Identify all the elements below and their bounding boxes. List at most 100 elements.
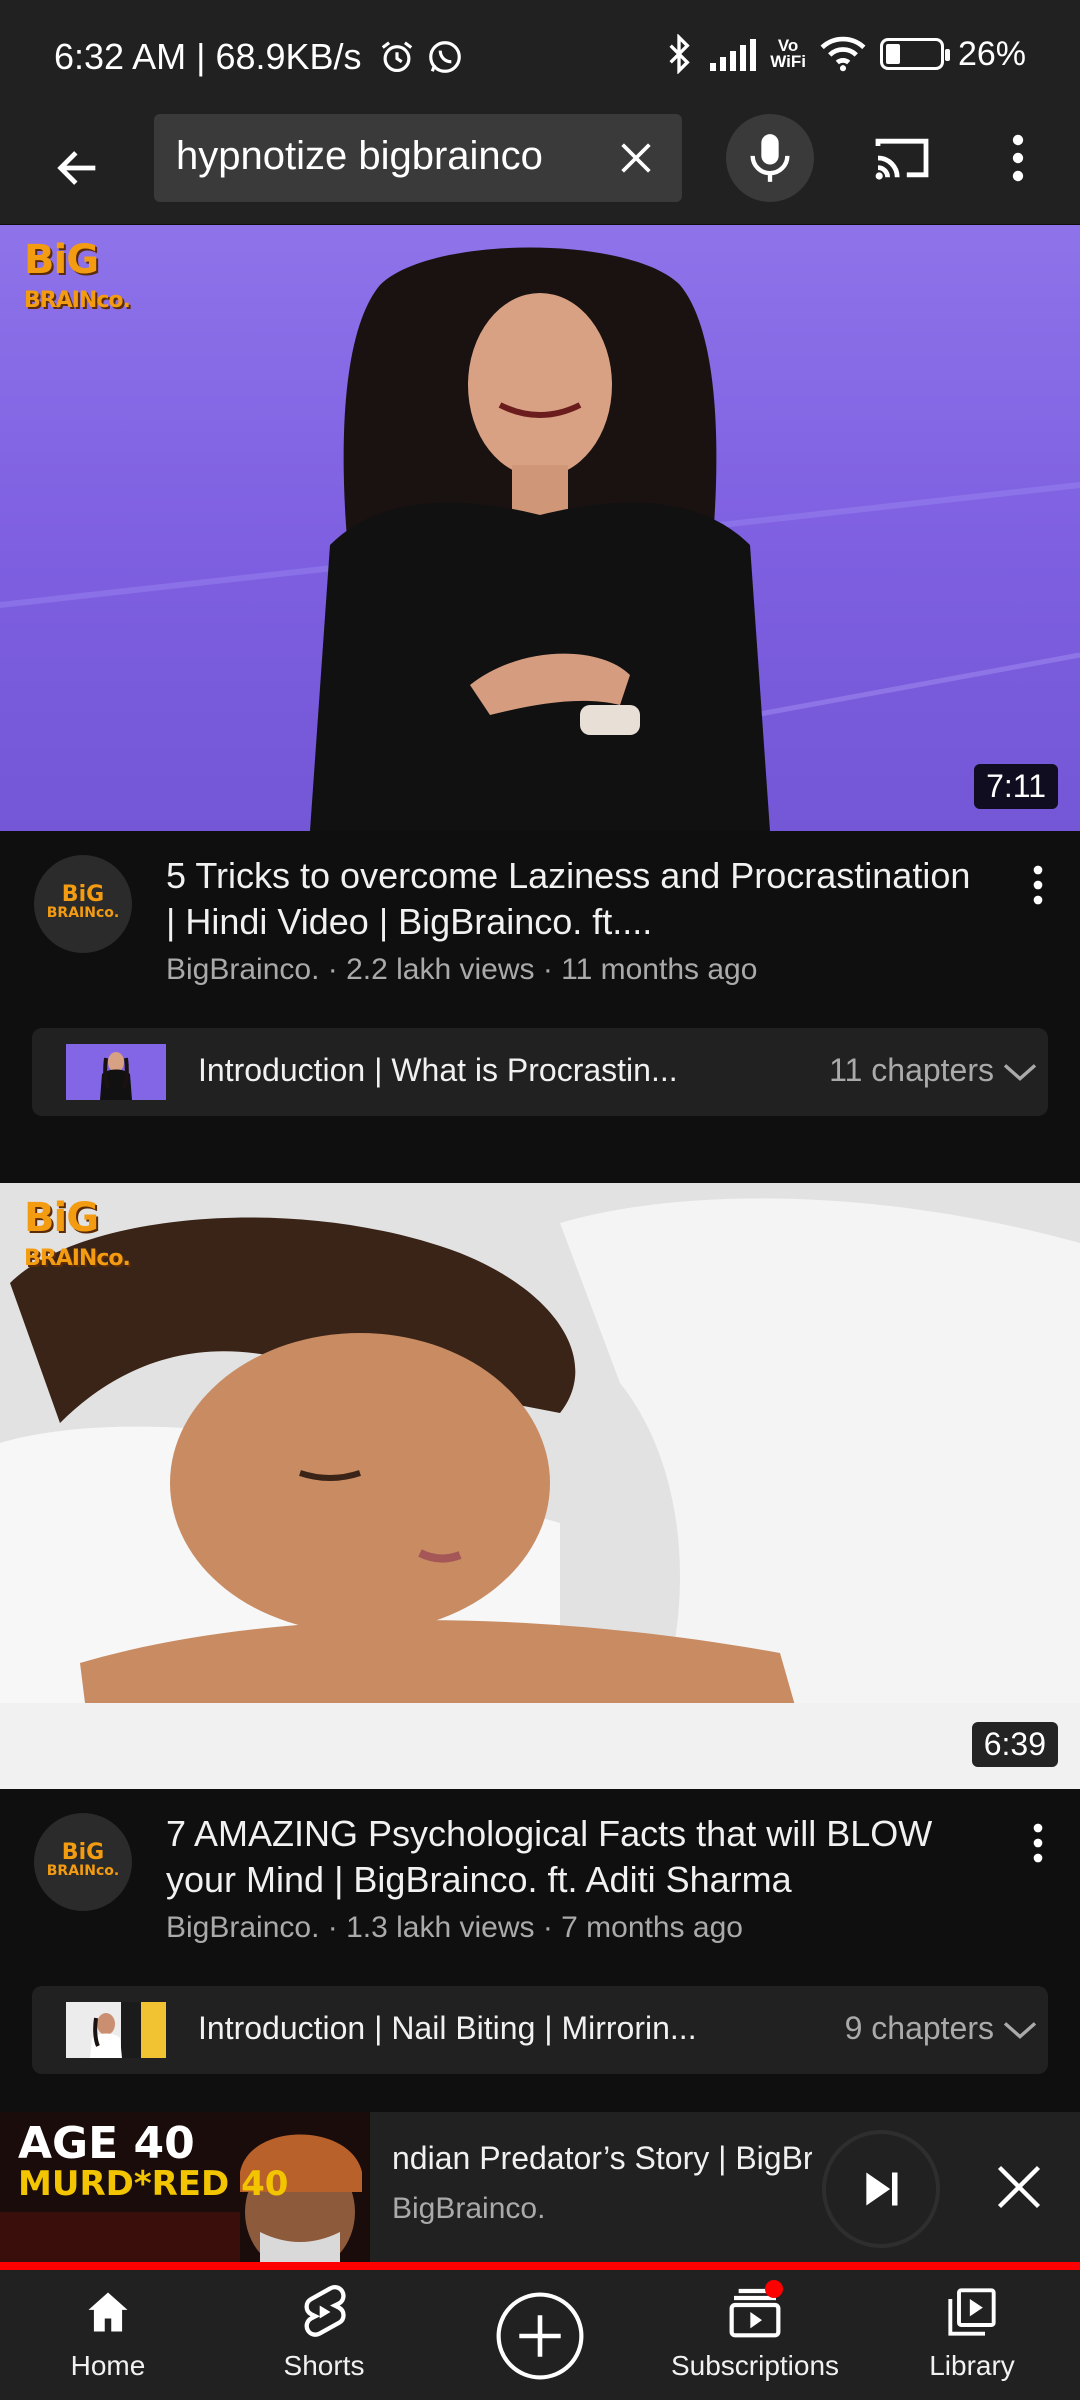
video-menu-button[interactable] (1016, 1813, 1060, 1873)
avatar-logo: BiG BRAINco. (46, 882, 120, 922)
create-icon (494, 2290, 586, 2382)
mini-player-channel: BigBrainco. (392, 2192, 546, 2225)
mini-player[interactable]: AGE 40 MURD*RED 40 ndian Predator’s Stor… (0, 2112, 1080, 2262)
duration-badge: 7:11 (974, 764, 1058, 809)
chapters-bar[interactable]: Introduction | Nail Biting | Mirrorin...… (32, 1986, 1048, 2074)
avatar-logo-line1: BiG (61, 1840, 105, 1865)
chapter-thumb-image (100, 1052, 132, 1100)
sleeping-woman-image (0, 1183, 1080, 1789)
battery-fill (885, 44, 900, 64)
chapter-title: Introduction | Nail Biting | Mirrorin... (198, 2010, 697, 2046)
video-title[interactable]: 5 Tricks to overcome Laziness and Procra… (166, 853, 986, 945)
cast-icon (875, 138, 929, 180)
brand-logo-line2: BRAINco. (24, 1246, 131, 1271)
nav-home-label: Home (70, 2350, 146, 2381)
back-arrow-icon (57, 151, 96, 185)
chapter-count: 11 chapters (829, 1052, 994, 1088)
search-query-text[interactable]: hypnotize bigbrainco (176, 134, 596, 179)
brand-logo-line1: BiG (24, 1195, 99, 1241)
nav-subscriptions[interactable]: Subscriptions (660, 2280, 850, 2392)
status-left: 6:32 AM | 68.9KB/s (54, 36, 464, 78)
skip-next-icon (866, 2172, 898, 2206)
status-time-speed: 6:32 AM | 68.9KB/s (54, 36, 362, 77)
search-header: hypnotize bigbrainco (0, 110, 1080, 224)
chapter-count: 9 chapters (844, 2010, 994, 2046)
chevron-down-icon (1003, 2022, 1037, 2039)
mini-player-close-button[interactable] (984, 2152, 1054, 2222)
more-vertical-icon (1033, 865, 1043, 905)
nav-library[interactable]: Library (902, 2282, 1042, 2392)
mini-player-next-button[interactable] (822, 2130, 940, 2248)
mini-player-title[interactable]: ndian Predator’s Story | BigBr (392, 2140, 812, 2177)
chapters-bar[interactable]: Introduction | What is Procrastin... 11 … (32, 1028, 1048, 1116)
video-metadata: BiG BRAINco. 7 AMAZING Psychological Fac… (0, 1789, 1080, 1979)
nav-shorts[interactable]: Shorts (256, 2282, 392, 2392)
mini-player-progress-fill (0, 2262, 1080, 2270)
nav-create[interactable] (480, 2290, 600, 2400)
video-thumbnail[interactable]: BiG BRAINco. 7:11 (0, 225, 1080, 831)
duration-badge: 6:39 (971, 1722, 1058, 1767)
microphone-icon (750, 134, 790, 182)
mini-player-progress (0, 2262, 1080, 2270)
avatar-logo-line2: BRAINco. (46, 905, 120, 921)
brand-logo-line2: BRAINco. (24, 288, 131, 313)
vowifi-icon: Vo WiFi (770, 37, 806, 71)
notification-dot (765, 2280, 783, 2298)
brand-logo: BiG BRAINco. (24, 1195, 131, 1276)
chapter-thumbnail (66, 2002, 166, 2058)
nav-home[interactable]: Home (40, 2282, 176, 2392)
brand-logo: BiG BRAINco. (24, 237, 131, 318)
clear-search-button[interactable] (608, 130, 664, 186)
wifi-icon (820, 36, 866, 72)
channel-avatar[interactable]: BiG BRAINco. (34, 1813, 132, 1911)
nav-library-label: Library (929, 2350, 1015, 2381)
status-notification-icons (378, 38, 464, 76)
mini-thumb-text: AGE 40 MURD*RED 40 (18, 2118, 289, 2205)
avatar-logo-line1: BiG (61, 882, 105, 907)
chapter-title: Introduction | What is Procrastin... (198, 1052, 678, 1088)
shorts-icon (294, 2282, 354, 2342)
bottom-navigation: Home Shorts Subscriptions Library (0, 2270, 1080, 2400)
back-button[interactable] (40, 130, 116, 206)
more-options-button[interactable] (990, 122, 1046, 194)
search-input[interactable]: hypnotize bigbrainco (154, 114, 682, 202)
video-menu-button[interactable] (1016, 855, 1060, 915)
signal-icon (710, 39, 757, 71)
whatsapp-icon (428, 41, 461, 73)
chapter-thumb-image (90, 2013, 122, 2058)
cast-button[interactable] (866, 122, 938, 194)
video-subtitle: BigBrainco. · 2.2 lakh views · 11 months… (166, 953, 758, 986)
battery-icon (879, 38, 950, 70)
avatar-logo: BiG BRAINco. (46, 1840, 120, 1880)
battery-percent: 26% (957, 34, 1026, 73)
close-icon (997, 2165, 1041, 2209)
video-thumbnail[interactable]: BiG BRAINco. 6:39 (0, 1183, 1080, 1789)
bluetooth-icon (669, 34, 690, 74)
video-subtitle: BigBrainco. · 1.3 lakh views · 7 months … (166, 1911, 743, 1944)
status-bar: 6:32 AM | 68.9KB/s Vo WiFi 26% (0, 0, 1080, 110)
chapter-thumbnail (66, 1044, 166, 1100)
library-icon (942, 2282, 1002, 2342)
more-vertical-icon (1033, 1823, 1043, 1863)
mini-player-thumbnail[interactable]: AGE 40 MURD*RED 40 (0, 2112, 370, 2262)
subscriptions-icon (725, 2280, 785, 2342)
close-icon (621, 143, 651, 173)
chevron-down-icon (1003, 1064, 1037, 1081)
video-metadata: BiG BRAINco. 5 Tricks to overcome Lazine… (0, 831, 1080, 1021)
mini-thumb-line1: AGE 40 (18, 2118, 195, 2169)
channel-avatar[interactable]: BiG BRAINco. (34, 855, 132, 953)
more-vertical-icon (1012, 134, 1024, 182)
alarm-icon (381, 41, 412, 73)
status-right: Vo WiFi 26% (664, 34, 1026, 74)
youtube-search-results-screen: 6:32 AM | 68.9KB/s Vo WiFi 26% hypnotize… (0, 0, 1080, 2400)
vowifi-line2: WiFi (770, 52, 806, 71)
nav-shorts-label: Shorts (283, 2350, 365, 2381)
presenter-image (0, 247, 1080, 831)
voice-search-button[interactable] (726, 114, 814, 202)
home-icon (78, 2282, 138, 2342)
nav-subscriptions-label: Subscriptions (670, 2350, 840, 2381)
avatar-logo-line2: BRAINco. (46, 1863, 120, 1879)
video-title[interactable]: 7 AMAZING Psychological Facts that will … (166, 1811, 986, 1903)
mini-thumb-line2: MURD*RED 40 (18, 2164, 289, 2204)
brand-logo-line1: BiG (24, 237, 99, 283)
